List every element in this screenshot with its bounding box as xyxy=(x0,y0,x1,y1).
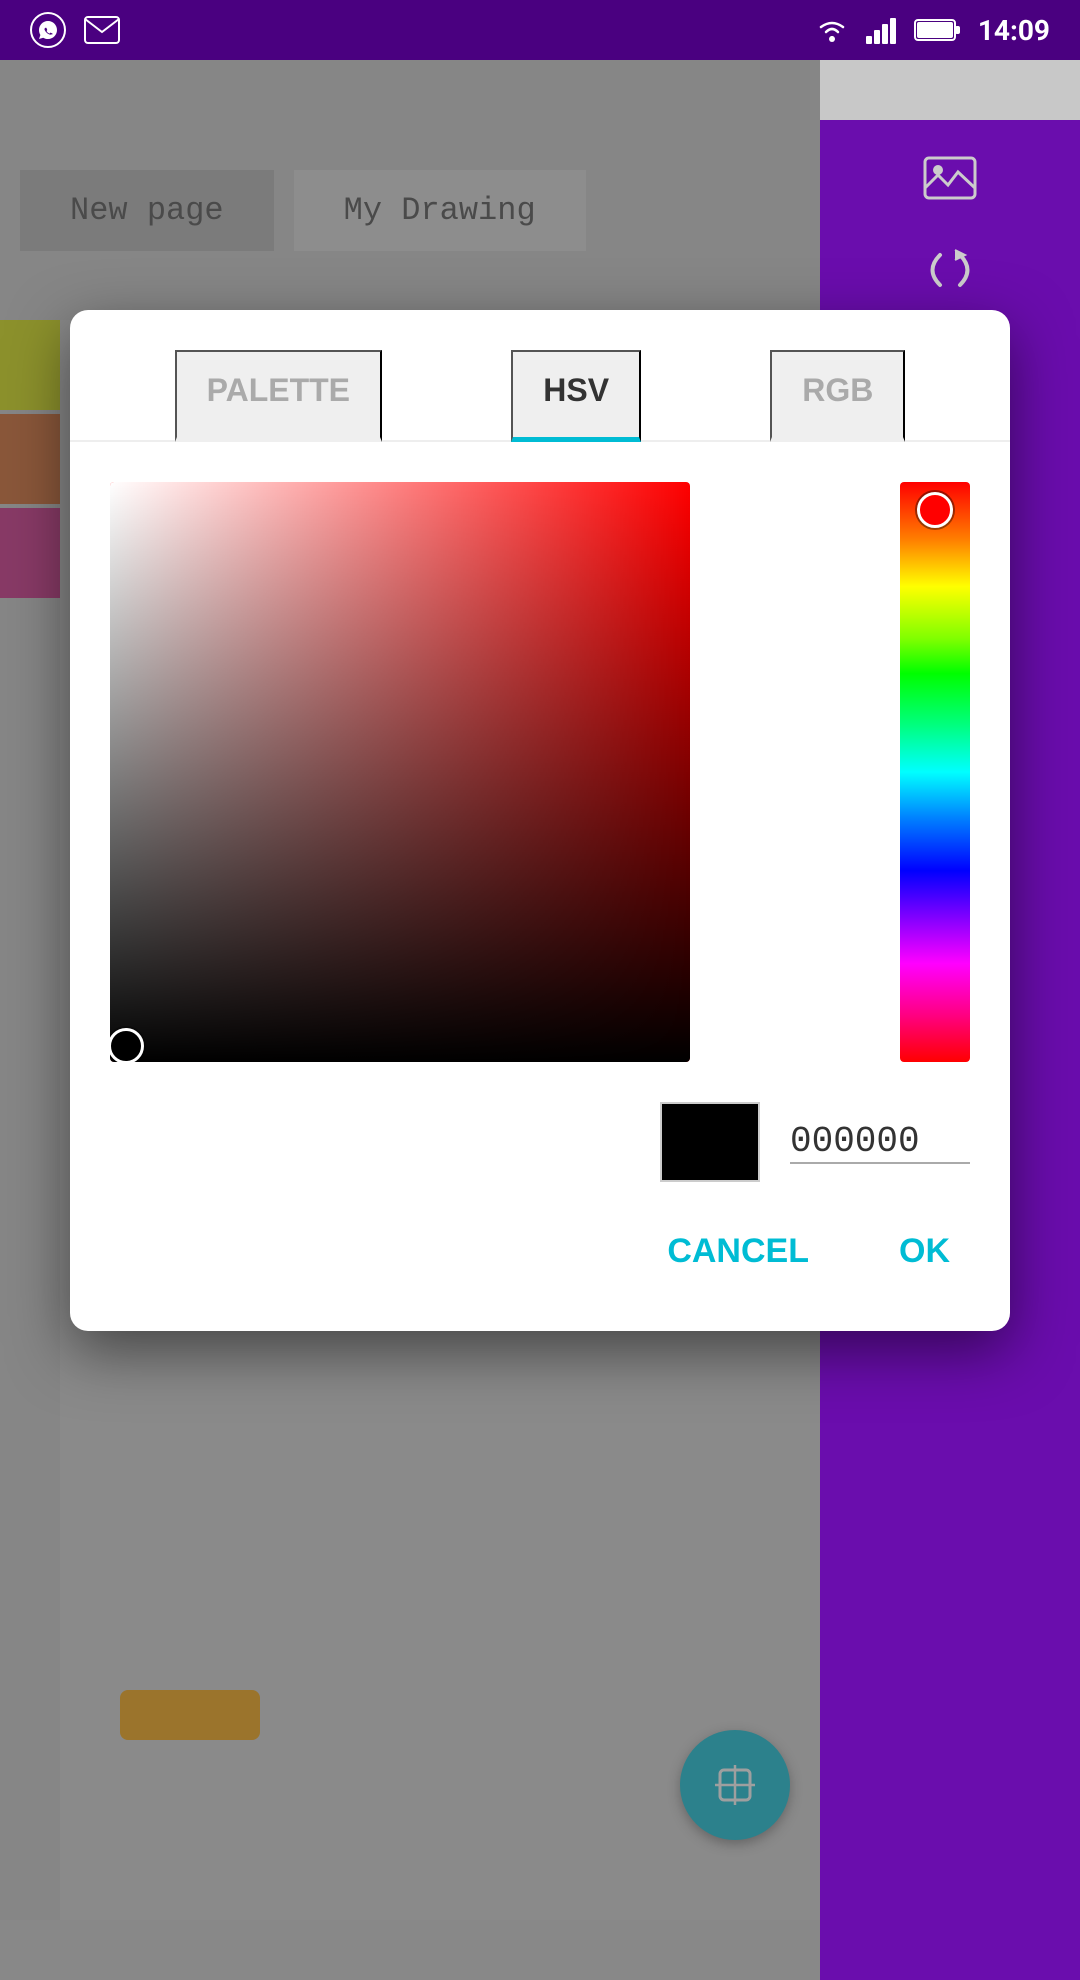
signal-icon xyxy=(866,16,898,44)
status-time: 14:09 xyxy=(978,14,1050,47)
toolbar-redo-icon[interactable] xyxy=(910,230,990,310)
battery-icon xyxy=(914,17,962,43)
sv-canvas-wrapper[interactable] xyxy=(110,482,880,1062)
color-picker-dialog: PALETTE HSV RGB CANCEL OK xyxy=(70,310,1010,1331)
status-bar-left-icons xyxy=(30,12,120,48)
cancel-button[interactable]: CANCEL xyxy=(647,1222,829,1281)
color-preview-swatch xyxy=(660,1102,760,1182)
color-preview-row xyxy=(70,1082,1010,1192)
hue-slider[interactable] xyxy=(900,482,970,1062)
tab-rgb[interactable]: RGB xyxy=(770,350,905,442)
status-bar-right-icons: 14:09 xyxy=(814,14,1050,47)
whatsapp-icon xyxy=(30,12,66,48)
ok-button[interactable]: OK xyxy=(879,1222,970,1281)
sv-gradient-black xyxy=(110,482,690,1062)
sv-cursor xyxy=(110,1028,144,1062)
hue-slider-wrapper[interactable] xyxy=(900,482,970,1062)
dialog-tabs: PALETTE HSV RGB xyxy=(70,310,1010,442)
sv-canvas[interactable] xyxy=(110,482,690,1062)
wifi-icon xyxy=(814,16,850,44)
gmail-icon xyxy=(84,16,120,44)
dialog-actions: CANCEL OK xyxy=(70,1192,1010,1291)
color-picker-area xyxy=(70,442,1010,1082)
hex-input-wrapper xyxy=(790,1121,970,1164)
tab-hsv[interactable]: HSV xyxy=(511,350,641,442)
hex-input[interactable] xyxy=(790,1121,970,1164)
tab-palette[interactable]: PALETTE xyxy=(175,350,382,442)
hue-cursor xyxy=(917,492,953,528)
toolbar-image-icon[interactable] xyxy=(910,140,990,220)
status-bar: 14:09 xyxy=(0,0,1080,60)
